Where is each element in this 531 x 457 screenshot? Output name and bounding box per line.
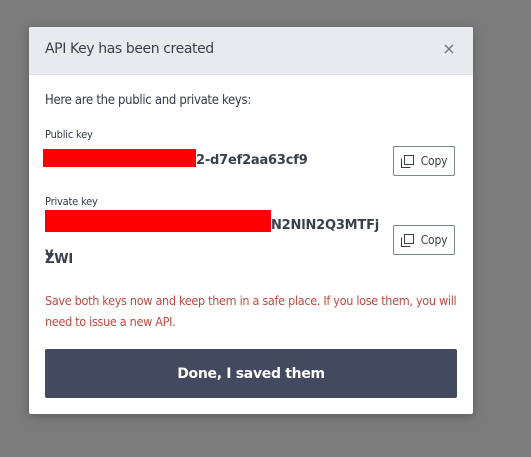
copy-public-key-button[interactable]: Copy	[393, 146, 455, 176]
copy-label: Copy	[420, 154, 448, 168]
copy-label: Copy	[420, 233, 448, 247]
public-key-text: 2-d7ef2aa63cf9	[196, 153, 308, 168]
private-key-text-line2: y	[45, 246, 54, 261]
private-key-label: Private key	[45, 195, 98, 208]
copy-icon	[400, 154, 414, 168]
private-key-value-wrap: y	[45, 237, 385, 271]
redaction-bar	[45, 210, 271, 232]
close-icon[interactable]: ×	[441, 40, 457, 58]
done-button[interactable]: Done, I saved them	[45, 349, 457, 398]
copy-private-key-button[interactable]: Copy	[393, 225, 455, 255]
warning-text: Save both keys now and keep them in a sa…	[45, 293, 457, 329]
dialog-title: API Key has been created	[45, 41, 214, 57]
redaction-bar	[43, 149, 196, 167]
copy-icon	[400, 233, 414, 247]
intro-text: Here are the public and private keys:	[45, 93, 251, 108]
public-key-value: 2-d7ef2aa63cf9	[43, 144, 383, 178]
api-key-dialog: API Key has been created × Here are the …	[29, 27, 473, 414]
dialog-header: API Key has been created ×	[29, 27, 473, 75]
public-key-label: Public key	[45, 128, 93, 141]
